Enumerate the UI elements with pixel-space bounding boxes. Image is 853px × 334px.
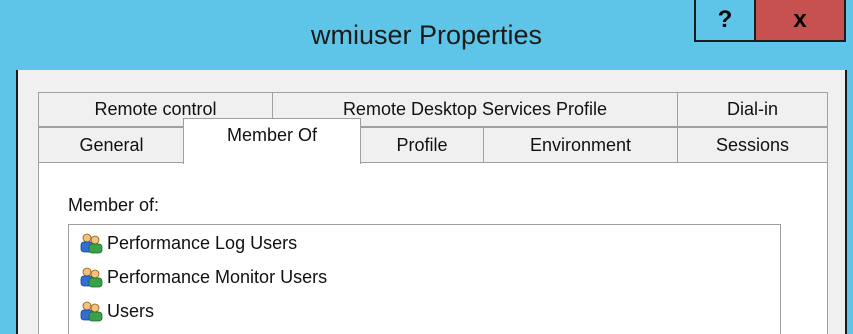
tab-profile[interactable]: Profile: [360, 127, 484, 163]
group-icon: [80, 233, 103, 254]
list-item[interactable]: Performance Log Users: [79, 229, 297, 257]
tab-environment[interactable]: Environment: [483, 127, 678, 163]
tab-label: Dial-in: [726, 99, 778, 119]
tab-sessions[interactable]: Sessions: [677, 127, 828, 163]
group-icon: [80, 301, 103, 322]
list-item[interactable]: Users: [79, 297, 154, 325]
tab-label: Environment: [529, 134, 632, 155]
member-of-list[interactable]: Performance Log Users Performance Monito…: [68, 224, 781, 334]
tab-label: Remote control: [94, 99, 217, 119]
tab-member-of[interactable]: Member Of: [183, 118, 361, 164]
group-icon: [80, 267, 103, 288]
tab-label: Member Of: [226, 125, 318, 145]
list-item[interactable]: Performance Monitor Users: [79, 263, 327, 291]
group-name: Performance Log Users: [107, 232, 298, 253]
tab-label: Profile: [396, 134, 448, 155]
group-name: Users: [107, 300, 155, 321]
tab-dial-in[interactable]: Dial-in: [677, 92, 828, 127]
close-icon: x: [793, 6, 807, 33]
tab-label: Remote Desktop Services Profile: [342, 99, 608, 119]
tab-label: General: [79, 134, 144, 155]
group-name: Performance Monitor Users: [107, 266, 328, 287]
close-button[interactable]: x: [754, 0, 846, 42]
tab-label: Sessions: [715, 134, 790, 155]
tab-general[interactable]: General: [38, 127, 185, 163]
help-button[interactable]: ?: [694, 0, 756, 42]
help-icon: ?: [717, 6, 733, 33]
member-of-label: Member of:: [68, 195, 160, 215]
